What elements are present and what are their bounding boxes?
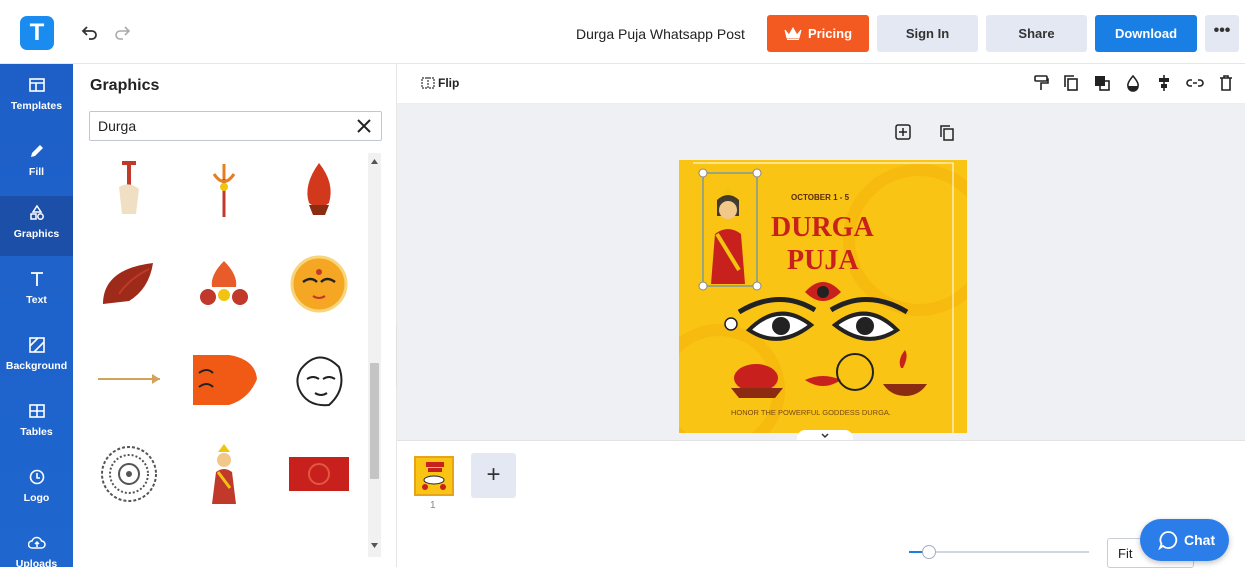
sidebar-item-graphics[interactable]: Graphics	[0, 196, 73, 256]
sidebar-item-label: Text	[26, 294, 47, 306]
graphic-item-shell[interactable]	[89, 244, 169, 324]
panel-scrollbar-thumb[interactable]	[370, 363, 379, 479]
add-page-button[interactable]: +	[471, 453, 516, 498]
redo-icon[interactable]	[110, 20, 134, 44]
page-number: 1	[430, 500, 436, 511]
panel-title: Graphics	[90, 77, 160, 94]
graphic-item-trident[interactable]	[184, 149, 264, 229]
undo-icon[interactable]	[78, 20, 102, 44]
chat-button[interactable]: Chat	[1140, 519, 1229, 561]
copy-page-icon[interactable]	[939, 124, 955, 142]
zoom-slider[interactable]	[909, 551, 1089, 553]
pages-strip: 1 + Fit	[397, 440, 1245, 568]
pencil-icon	[30, 145, 43, 157]
align-icon[interactable]	[1155, 74, 1173, 92]
sidebar-item-label: Graphics	[13, 228, 60, 240]
share-button[interactable]: Share	[986, 15, 1087, 52]
table-icon	[28, 404, 45, 418]
graphic-item-trishul-hand[interactable]	[89, 149, 169, 229]
download-button[interactable]: Download	[1095, 15, 1197, 52]
add-icon[interactable]	[895, 124, 911, 140]
chevron-down-icon	[821, 433, 829, 439]
zoom-slider-handle[interactable]	[922, 545, 936, 559]
panel-scrollbar[interactable]	[368, 153, 381, 557]
poster-title-line2[interactable]: PUJA	[787, 245, 859, 277]
graphics-grid	[89, 149, 369, 567]
scroll-down-icon[interactable]	[371, 543, 378, 548]
graphic-item-arrow[interactable]	[89, 339, 169, 419]
search-value: Durga	[98, 118, 137, 134]
left-sidebar: Templates Fill Graphics Text Background …	[0, 64, 73, 570]
graphic-item-durga-face-circle[interactable]	[279, 244, 359, 324]
pricing-label: Pricing	[807, 26, 853, 41]
poster-date[interactable]: OCTOBER 1 - 5	[791, 193, 849, 202]
sidebar-item-label: Logo	[23, 492, 50, 504]
flip-label: Flip	[438, 76, 460, 90]
sidebar-item-label: Background	[5, 360, 68, 372]
crown-icon	[784, 26, 802, 40]
sidebar-item-label: Uploads	[15, 558, 58, 570]
layer-order-icon[interactable]	[1093, 74, 1111, 92]
poster-title-line1[interactable]: DURGA	[771, 212, 874, 244]
sidebar-item-logo[interactable]: Logo	[0, 460, 73, 520]
chat-bubble-icon	[1158, 531, 1178, 550]
sign-in-button[interactable]: Sign In	[877, 15, 978, 52]
sidebar-item-uploads[interactable]: Uploads	[0, 526, 73, 586]
sidebar-item-label: Templates	[10, 100, 63, 112]
sidebar-item-background[interactable]: Background	[0, 328, 73, 388]
graphic-item-mandala[interactable]	[89, 434, 169, 514]
top-bar: T Durga Puja Whatsapp Post Pricing Sign …	[0, 0, 1245, 64]
graphic-item-crown[interactable]	[184, 244, 264, 324]
sidebar-item-templates[interactable]: Templates	[0, 68, 73, 128]
close-icon[interactable]	[355, 117, 373, 135]
document-title[interactable]: Durga Puja Whatsapp Post	[576, 26, 745, 42]
element-toolbar: Flip	[397, 64, 1245, 104]
background-icon	[28, 337, 45, 353]
pricing-button[interactable]: Pricing	[767, 15, 869, 52]
graphic-item-red-banner[interactable]	[279, 434, 359, 514]
sidebar-item-fill[interactable]: Fill	[0, 134, 73, 194]
sidebar-item-text[interactable]: Text	[0, 262, 73, 322]
logo-icon	[29, 469, 44, 485]
search-input[interactable]: Durga	[89, 111, 382, 141]
paint-roller-icon[interactable]	[1032, 74, 1050, 92]
graphic-item-durga-figure[interactable]	[184, 434, 264, 514]
graphic-item-orange-face[interactable]	[184, 339, 264, 419]
link-icon[interactable]	[1186, 74, 1204, 92]
shapes-icon	[29, 204, 44, 220]
sidebar-item-label: Fill	[28, 166, 45, 178]
canvas-area: OCTOBER 1 - 5 DURGA PUJA HONOR THE POWER…	[397, 104, 1245, 442]
duplicate-icon[interactable]	[1062, 74, 1080, 92]
text-icon	[30, 272, 43, 286]
flip-icon	[421, 77, 435, 89]
more-options-button[interactable]: •••	[1205, 15, 1239, 52]
graphics-panel: Graphics Durga	[73, 64, 397, 567]
sidebar-item-label: Tables	[20, 426, 53, 438]
app-logo[interactable]: T	[20, 16, 54, 50]
design-poster[interactable]: OCTOBER 1 - 5 DURGA PUJA HONOR THE POWER…	[679, 160, 967, 433]
chat-label: Chat	[1184, 532, 1216, 548]
opacity-icon[interactable]	[1124, 74, 1142, 92]
trash-icon[interactable]	[1217, 74, 1235, 92]
poster-tagline[interactable]: HONOR THE POWERFUL GODDESS DURGA.	[731, 408, 891, 417]
flip-button[interactable]: Flip	[421, 76, 459, 90]
cloud-upload-icon	[27, 536, 46, 549]
graphic-item-face-outline[interactable]	[279, 339, 359, 419]
sidebar-item-tables[interactable]: Tables	[0, 394, 73, 454]
scroll-up-icon[interactable]	[371, 159, 378, 164]
page-thumbnail[interactable]	[414, 456, 454, 496]
graphic-item-flame[interactable]	[279, 149, 359, 229]
templates-icon	[28, 78, 45, 92]
